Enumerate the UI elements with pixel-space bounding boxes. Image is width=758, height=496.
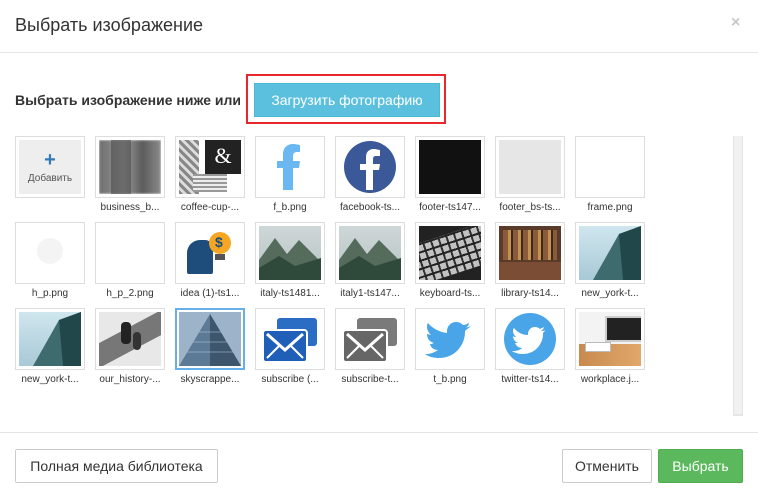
image-filename-label: new_york-t...	[21, 374, 79, 385]
image-filename-label: subscribe-t...	[341, 374, 399, 385]
image-thumbnail[interactable]: &	[175, 136, 245, 198]
image-filename-label: business_b...	[100, 202, 160, 213]
gallery-scrollbar-thumb[interactable]	[734, 136, 742, 414]
gallery-image-tile[interactable]: our_history-...	[95, 308, 165, 385]
image-thumbnail[interactable]	[495, 308, 565, 370]
image-thumbnail[interactable]	[415, 308, 485, 370]
gallery-image-tile[interactable]: frame.png	[575, 136, 645, 213]
image-filename-label: our_history-...	[99, 374, 161, 385]
image-filename-label: frame.png	[587, 202, 633, 213]
image-filename-label: footer_bs-ts...	[499, 202, 561, 213]
gallery-image-tile[interactable]: new_york-t...	[15, 308, 85, 385]
close-icon[interactable]: ×	[731, 14, 740, 32]
image-thumbnail[interactable]	[255, 308, 325, 370]
plus-icon: +	[44, 148, 56, 171]
image-filename-label: h_p_2.png	[106, 288, 154, 299]
gallery-image-tile[interactable]: f_b.png	[255, 136, 325, 213]
image-filename-label: footer-ts147...	[419, 202, 481, 213]
image-thumbnail[interactable]	[95, 136, 165, 198]
select-button[interactable]: Выбрать	[658, 449, 743, 483]
add-image-label: Добавить	[27, 172, 73, 184]
image-filename-label: workplace.j...	[580, 374, 640, 385]
image-thumbnail[interactable]	[495, 136, 565, 198]
image-filename-label: f_b.png	[273, 202, 307, 213]
image-filename-label: new_york-t...	[581, 288, 639, 299]
upload-prompt: Выбрать изображение ниже или	[15, 92, 242, 108]
image-filename-label: library-ts14...	[501, 288, 559, 299]
gallery-image-tile[interactable]: keyboard-ts...	[415, 222, 485, 299]
image-thumbnail[interactable]	[575, 222, 645, 284]
image-thumbnail[interactable]	[15, 308, 85, 370]
gallery-image-tile[interactable]: italy1-ts147...	[335, 222, 405, 299]
image-thumbnail[interactable]	[95, 308, 165, 370]
image-filename-label: idea (1)-ts1...	[180, 288, 240, 299]
gallery-image-tile[interactable]: library-ts14...	[495, 222, 565, 299]
image-thumbnail[interactable]	[415, 136, 485, 198]
image-thumbnail[interactable]	[255, 222, 325, 284]
image-filename-label: keyboard-ts...	[419, 288, 481, 299]
gallery-image-tile[interactable]: workplace.j...	[575, 308, 645, 385]
gallery-image-tile[interactable]: italy-ts1481...	[255, 222, 325, 299]
image-filename-label: coffee-cup-...	[180, 202, 240, 213]
upload-photo-button[interactable]: Загрузить фотографию	[254, 83, 440, 117]
gallery-image-tile[interactable]: h_p_2.png	[95, 222, 165, 299]
image-filename-label: facebook-ts...	[339, 202, 401, 213]
image-thumbnail[interactable]	[175, 308, 245, 370]
add-image-button[interactable]: + Добавить	[15, 136, 85, 198]
image-thumbnail[interactable]	[495, 222, 565, 284]
image-filename-label: twitter-ts14...	[501, 374, 559, 385]
gallery-image-tile[interactable]: $ idea (1)-ts1...	[175, 222, 245, 299]
image-filename-label: t_b.png	[433, 374, 467, 385]
image-thumbnail[interactable]	[335, 308, 405, 370]
gallery-image-tile[interactable]: subscribe-t...	[335, 308, 405, 385]
cancel-button[interactable]: Отменить	[562, 449, 652, 483]
gallery-image-tile[interactable]: business_b...	[95, 136, 165, 213]
gallery-image-tile[interactable]: h_p.png	[15, 222, 85, 299]
gallery-image-tile[interactable]: & coffee-cup-...	[175, 136, 245, 213]
full-media-library-button[interactable]: Полная медиа библиотека	[15, 449, 218, 483]
image-thumbnail[interactable]	[15, 222, 85, 284]
gallery-image-tile[interactable]: facebook-ts...	[335, 136, 405, 213]
gallery-image-tile[interactable]: skyscrappe...	[175, 308, 245, 385]
gallery-image-tile[interactable]: twitter-ts14...	[495, 308, 565, 385]
image-filename-label: skyscrappe...	[180, 374, 240, 385]
image-thumbnail[interactable]: $	[175, 222, 245, 284]
add-image-tile[interactable]: + Добавить	[15, 136, 85, 198]
image-thumbnail[interactable]	[335, 136, 405, 198]
image-thumbnail[interactable]	[415, 222, 485, 284]
dialog-title: Выбрать изображение	[15, 15, 204, 35]
dialog-footer: Полная медиа библиотека Отменить Выбрать	[0, 432, 758, 496]
image-filename-label: italy1-ts147...	[340, 288, 400, 299]
gallery-image-tile[interactable]: t_b.png	[415, 308, 485, 385]
gallery-image-tile[interactable]: subscribe (...	[255, 308, 325, 385]
image-thumbnail[interactable]	[575, 136, 645, 198]
dialog-header: Выбрать изображение ×	[0, 0, 758, 53]
gallery-image-tile[interactable]: footer_bs-ts...	[495, 136, 565, 213]
image-thumbnail[interactable]	[335, 222, 405, 284]
image-thumbnail[interactable]	[255, 136, 325, 198]
image-thumbnail[interactable]	[95, 222, 165, 284]
image-filename-label: h_p.png	[31, 288, 69, 299]
image-filename-label: subscribe (...	[261, 374, 319, 385]
image-filename-label: italy-ts1481...	[260, 288, 320, 299]
image-thumbnail[interactable]	[575, 308, 645, 370]
gallery-image-tile[interactable]: new_york-t...	[575, 222, 645, 299]
gallery-image-tile[interactable]: footer-ts147...	[415, 136, 485, 213]
